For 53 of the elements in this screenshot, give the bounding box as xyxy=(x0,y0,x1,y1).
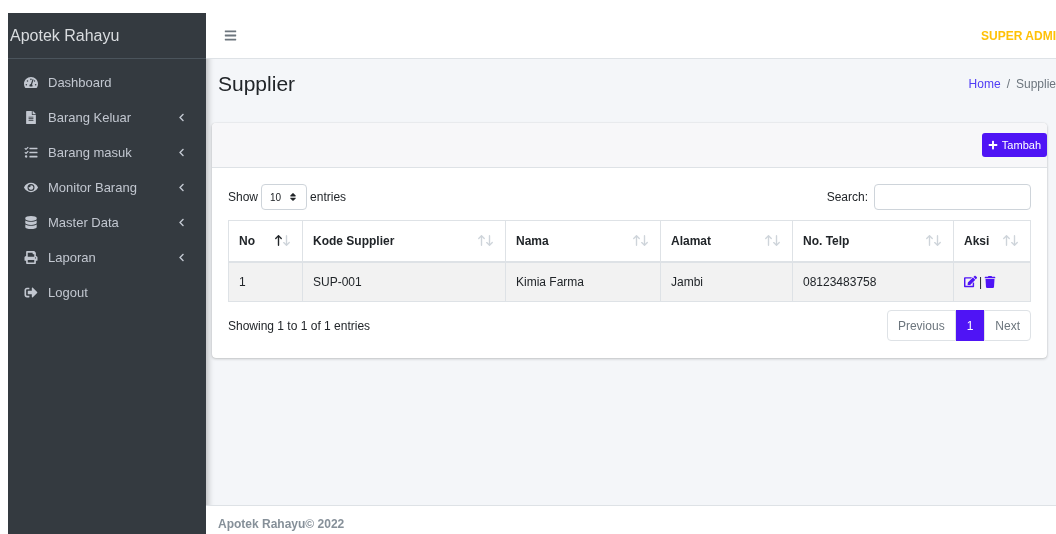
page-title: Supplier xyxy=(218,71,296,98)
gauge-icon xyxy=(24,76,38,89)
table-cell: SUP-001 xyxy=(302,261,506,302)
column-header[interactable]: No xyxy=(228,220,303,262)
column-header[interactable]: Nama xyxy=(505,220,661,262)
chevron-icon xyxy=(177,253,186,262)
pagination-button[interactable]: Next xyxy=(984,310,1031,341)
eye-icon xyxy=(24,181,38,194)
table-cell: 08123483758 xyxy=(792,261,954,302)
sidebar-item[interactable]: Master Data xyxy=(16,205,198,240)
search-label: Search: xyxy=(826,189,868,206)
entries-select[interactable]: 10 xyxy=(261,184,308,210)
action-separator: | xyxy=(979,273,983,291)
breadcrumb-separator: / xyxy=(1006,76,1010,93)
edit-icon[interactable] xyxy=(964,275,977,289)
column-header[interactable]: No. Telp xyxy=(792,220,954,262)
brand-name[interactable]: Apotek Rahayu xyxy=(10,23,120,48)
printer-icon xyxy=(24,251,38,264)
logout-icon xyxy=(24,286,38,299)
sidebar-item[interactable]: Barang masuk xyxy=(16,135,198,170)
document-icon xyxy=(24,111,38,124)
database-icon xyxy=(24,216,38,229)
column-header[interactable]: Alamat xyxy=(660,220,793,262)
trash-icon[interactable] xyxy=(984,275,997,288)
breadcrumb-link[interactable]: Home xyxy=(968,75,1001,93)
column-header[interactable]: Kode Supplier xyxy=(302,220,506,262)
menu-icon[interactable] xyxy=(224,29,237,42)
sidebar-item[interactable]: Logout xyxy=(16,275,198,310)
chevron-icon xyxy=(177,183,186,192)
sidebar-item[interactable]: Monitor Barang xyxy=(16,170,198,205)
chevron-icon xyxy=(177,148,186,157)
entries-info: Showing 1 to 1 of 1 entries xyxy=(228,317,371,335)
show-label: Show xyxy=(228,189,259,206)
footer-text: Apotek Rahayu© 2022 xyxy=(218,516,345,533)
sort-icon[interactable] xyxy=(273,235,292,247)
sidebar-item[interactable]: Dashboard xyxy=(16,65,198,100)
pagination-button[interactable]: 1 xyxy=(955,310,985,341)
sort-arrows-icon xyxy=(288,192,299,202)
chevron-icon xyxy=(177,113,186,122)
table-cell: Kimia Farma xyxy=(505,261,661,302)
plus-icon xyxy=(987,140,998,150)
sidebar-item[interactable]: Laporan xyxy=(16,240,198,275)
breadcrumb-current: Supplie xyxy=(1015,76,1056,93)
column-header[interactable]: Aksi xyxy=(953,220,1031,262)
table-cell: 1 xyxy=(228,261,303,302)
chevron-icon xyxy=(177,218,186,227)
checklist-icon xyxy=(24,146,38,159)
add-button[interactable]: Tambah xyxy=(981,133,1047,157)
entries-label: entries xyxy=(310,189,347,206)
pagination-button[interactable]: Previous xyxy=(886,310,956,341)
search-field[interactable] xyxy=(874,184,1031,210)
sidebar-item[interactable]: Barang Keluar xyxy=(16,100,198,135)
table-cell: Jambi xyxy=(660,261,793,302)
